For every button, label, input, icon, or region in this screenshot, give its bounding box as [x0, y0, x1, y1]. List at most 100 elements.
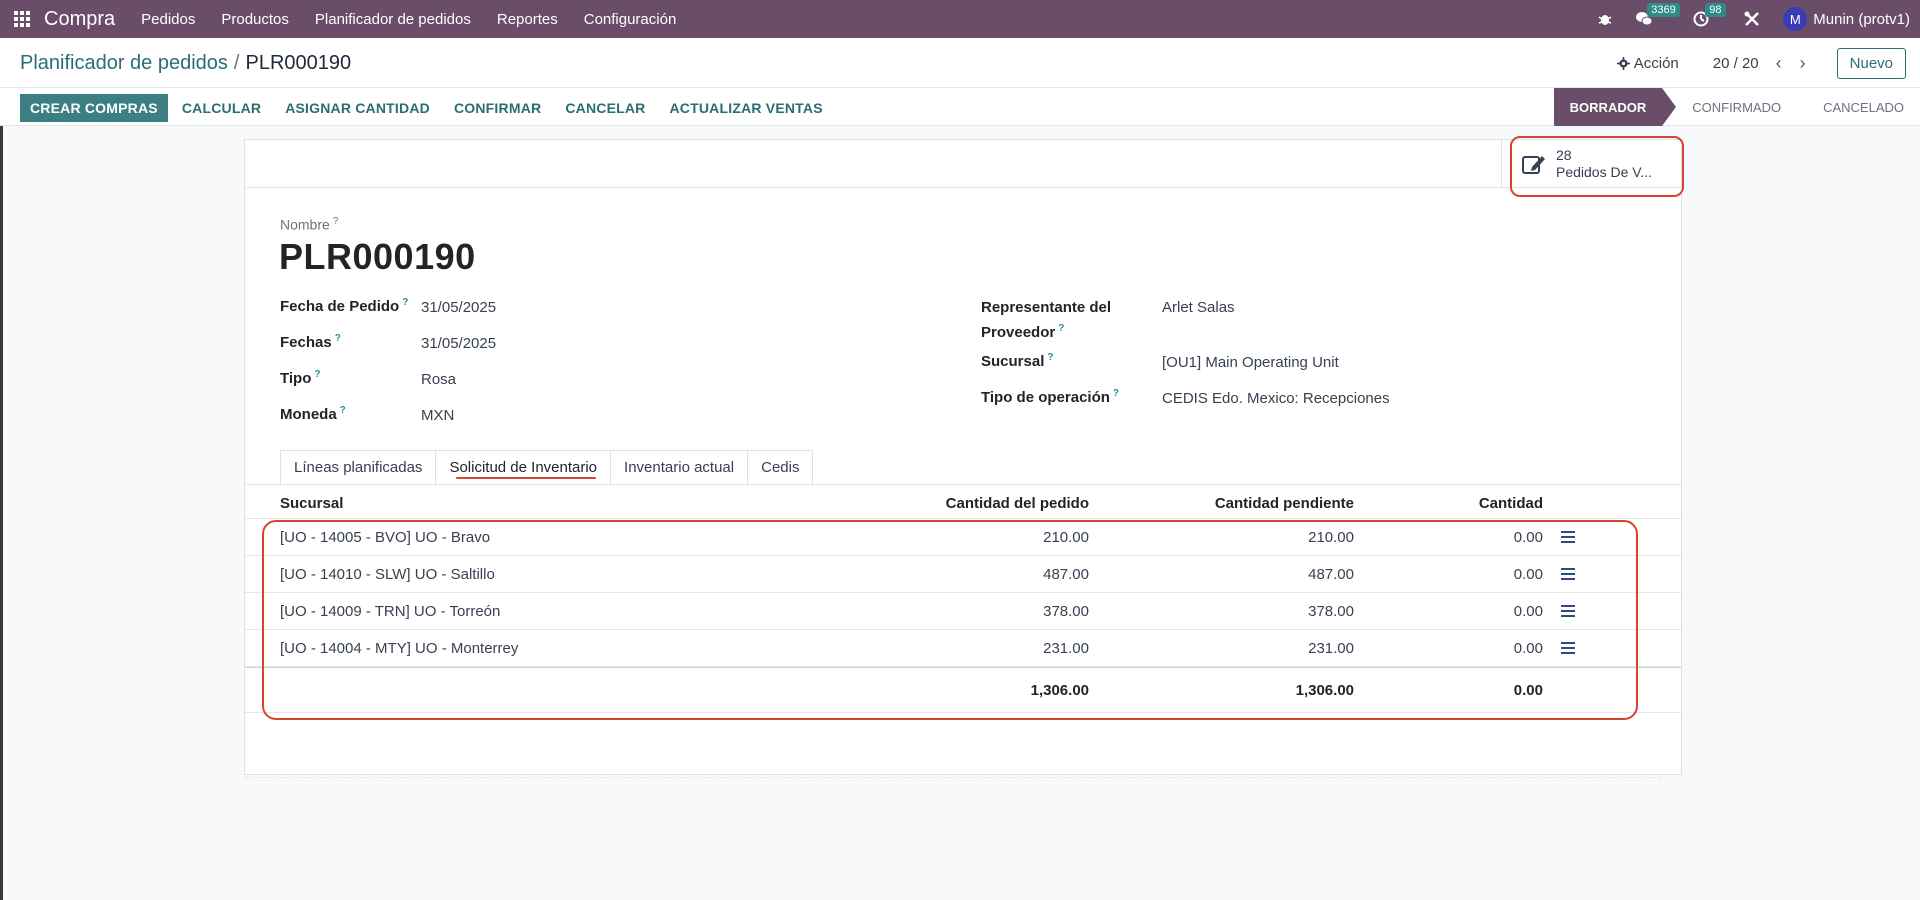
currency-value[interactable]: MXN	[421, 407, 454, 424]
cell-pending-qty: 231.00	[1308, 640, 1354, 657]
menu-reportes[interactable]: Reportes	[497, 11, 558, 28]
help-icon[interactable]: ?	[333, 216, 339, 227]
breadcrumb: Planificador de pedidos / PLR000190	[20, 52, 351, 75]
cell-order-qty: 231.00	[1043, 640, 1089, 657]
order-date-label: Fecha de Pedido?	[280, 297, 409, 315]
cell-pending-qty: 210.00	[1308, 529, 1354, 546]
cell-order-qty: 487.00	[1043, 566, 1089, 583]
inventory-request-table: Sucursal Cantidad del pedido Cantidad pe…	[245, 485, 1681, 713]
branch-label: Sucursal?	[981, 352, 1054, 370]
notebook-tabs: Líneas planificadas Solicitud de Inventa…	[280, 450, 814, 484]
cancel-button[interactable]: CANCELAR	[565, 100, 645, 116]
table-totals-row: 1,306.00 1,306.00 0.00	[245, 667, 1681, 713]
help-icon[interactable]: ?	[340, 405, 346, 416]
calculate-button[interactable]: CALCULAR	[182, 100, 261, 116]
vendor-rep-label: Representante del Proveedor?	[981, 299, 1112, 341]
list-handle-icon[interactable]	[1561, 568, 1575, 583]
chevron-left-icon[interactable]: ‹	[1769, 53, 1789, 74]
table-row[interactable]: [UO - 14004 - MTY] UO - Monterrey 231.00…	[245, 630, 1681, 667]
name-label: Nombre?	[280, 216, 339, 233]
help-icon[interactable]: ?	[1047, 352, 1053, 363]
activities-badge: 98	[1705, 3, 1726, 17]
column-header-branch[interactable]: Sucursal	[280, 495, 343, 512]
help-icon[interactable]: ?	[314, 369, 320, 380]
total-pending-qty: 1,306.00	[1295, 682, 1354, 699]
column-header-pending-qty[interactable]: Cantidad pendiente	[1215, 495, 1354, 512]
help-icon[interactable]: ?	[335, 333, 341, 344]
cell-order-qty: 210.00	[1043, 529, 1089, 546]
menu-productos[interactable]: Productos	[221, 11, 289, 28]
tab-planned-lines[interactable]: Líneas planificadas	[280, 450, 437, 484]
menu-pedidos[interactable]: Pedidos	[141, 11, 195, 28]
cell-order-qty: 378.00	[1043, 603, 1089, 620]
cell-branch: [UO - 14005 - BVO] UO - Bravo	[280, 529, 491, 546]
branch-value[interactable]: [OU1] Main Operating Unit	[1162, 354, 1339, 371]
help-icon[interactable]: ?	[402, 297, 408, 308]
new-button[interactable]: Nuevo	[1836, 47, 1906, 79]
control-panel: Planificador de pedidos / PLR000190 Acción…	[0, 38, 1920, 88]
list-handle-icon[interactable]	[1561, 605, 1575, 620]
status-draft[interactable]: BORRADOR	[1553, 88, 1676, 126]
messages-badge: 3369	[1647, 3, 1680, 17]
order-date-value[interactable]: 31/05/2025	[421, 299, 496, 316]
status-bar: BORRADOR CONFIRMADO CANCELADO	[1553, 88, 1920, 126]
cell-branch: [UO - 14010 - SLW] UO - Saltillo	[280, 566, 495, 583]
list-handle-icon[interactable]	[1561, 642, 1575, 657]
column-header-order-qty[interactable]: Cantidad del pedido	[946, 495, 1089, 512]
app-brand[interactable]: Compra	[44, 8, 115, 31]
action-bar: CREAR COMPRAS CALCULAR ASIGNAR CANTIDAD …	[0, 88, 1920, 126]
apps-menu-icon[interactable]	[0, 0, 44, 38]
edit-icon	[1522, 156, 1545, 174]
pager-value[interactable]: 20 / 20	[1713, 55, 1759, 72]
avatar[interactable]: M	[1783, 7, 1808, 31]
gear-icon	[1616, 56, 1630, 70]
update-sales-button[interactable]: ACTUALIZAR VENTAS	[669, 100, 822, 116]
chevron-right-icon[interactable]: ›	[1793, 53, 1813, 74]
dates-value[interactable]: 31/05/2025	[421, 335, 496, 352]
cell-qty[interactable]: 0.00	[1514, 640, 1543, 657]
top-navbar: Compra Pedidos Productos Planificador de…	[0, 0, 1920, 38]
tab-inventory-request[interactable]: Solicitud de Inventario	[435, 450, 612, 484]
cell-branch: [UO - 14004 - MTY] UO - Monterrey	[280, 640, 519, 657]
form-sheet: 28 Pedidos De V... Nombre? PLR000190 Fec…	[244, 139, 1682, 778]
type-value[interactable]: Rosa	[421, 371, 456, 388]
messages-icon[interactable]: 3369	[1635, 3, 1680, 27]
status-cancelled[interactable]: CANCELADO	[1797, 88, 1920, 126]
sales-orders-smart-button[interactable]: 28 Pedidos De V...	[1501, 140, 1681, 188]
cell-qty[interactable]: 0.00	[1514, 603, 1543, 620]
activities-icon[interactable]: 98	[1693, 3, 1726, 27]
menu-planificador[interactable]: Planificador de pedidos	[315, 11, 471, 28]
action-menu-button[interactable]: Acción	[1616, 54, 1679, 72]
confirm-button[interactable]: CONFIRMAR	[454, 100, 541, 116]
list-handle-icon[interactable]	[1561, 531, 1575, 546]
table-row[interactable]: [UO - 14009 - TRN] UO - Torreón 378.00 3…	[245, 593, 1681, 630]
breadcrumb-current: PLR000190	[245, 52, 352, 74]
table-row[interactable]: [UO - 14010 - SLW] UO - Saltillo 487.00 …	[245, 556, 1681, 593]
operation-type-value[interactable]: CEDIS Edo. Mexico: Recepciones	[1162, 390, 1390, 407]
tab-current-inventory[interactable]: Inventario actual	[610, 450, 749, 484]
breadcrumb-separator: /	[233, 52, 240, 74]
dates-label: Fechas?	[280, 333, 341, 351]
tools-icon[interactable]	[1743, 10, 1761, 28]
user-name[interactable]: Munin (protv1)	[1813, 11, 1910, 28]
status-confirmed[interactable]: CONFIRMADO	[1662, 88, 1797, 126]
tab-cedis[interactable]: Cedis	[747, 450, 814, 484]
column-header-qty[interactable]: Cantidad	[1479, 495, 1543, 512]
help-icon[interactable]: ?	[1113, 388, 1119, 399]
cell-qty[interactable]: 0.00	[1514, 566, 1543, 583]
assign-quantity-button[interactable]: ASIGNAR CANTIDAD	[285, 100, 430, 116]
menu-configuracion[interactable]: Configuración	[584, 11, 677, 28]
action-label: Acción	[1633, 54, 1679, 72]
type-label: Tipo?	[280, 369, 321, 387]
cell-pending-qty: 378.00	[1308, 603, 1354, 620]
vendor-rep-value[interactable]: Arlet Salas	[1162, 299, 1235, 316]
cell-qty[interactable]: 0.00	[1514, 529, 1543, 546]
cell-pending-qty: 487.00	[1308, 566, 1354, 583]
window-edge	[0, 126, 3, 900]
smart-button-label: Pedidos De V...	[1556, 164, 1652, 180]
bug-icon[interactable]	[1597, 11, 1613, 27]
table-row[interactable]: [UO - 14005 - BVO] UO - Bravo 210.00 210…	[245, 519, 1681, 556]
create-purchases-button[interactable]: CREAR COMPRAS	[20, 94, 168, 122]
breadcrumb-parent[interactable]: Planificador de pedidos	[20, 52, 228, 74]
help-icon[interactable]: ?	[1058, 323, 1064, 334]
